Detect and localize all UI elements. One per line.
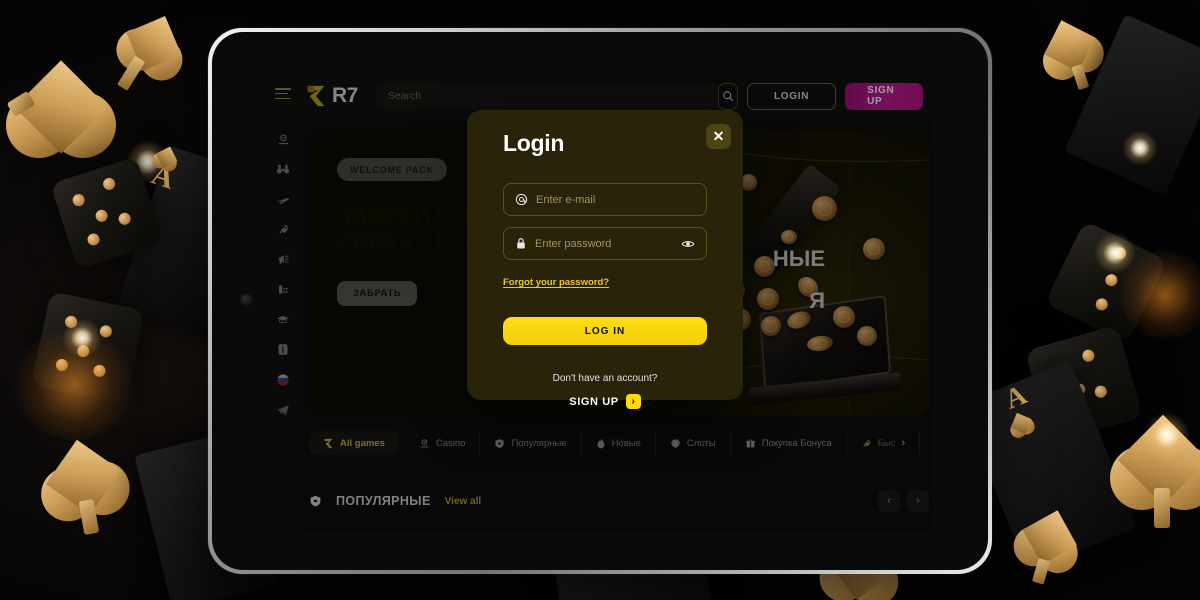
forgot-password-link[interactable]: Forgot your password? [503,277,609,288]
login-submit-button[interactable]: LOG IN [503,317,707,345]
chevron-right-icon: › [625,394,641,409]
at-icon [515,193,528,206]
tablet-device: R7 Search LOGIN SIGN UP НЫЕ Я WELCOME PA… [208,28,992,574]
login-modal: Login ✕ Enter e-mail Enter password Forg… [467,110,743,409]
lock-icon [517,238,525,249]
modal-signup-link[interactable]: SIGN UP › [503,394,707,409]
sparkle-4 [1144,412,1190,458]
glow-left [14,330,134,440]
glow-right [1120,250,1200,340]
password-placeholder: Enter password [535,237,612,250]
modal-signup-label: SIGN UP [569,395,619,408]
tablet-bezel: R7 Search LOGIN SIGN UP НЫЕ Я WELCOME PA… [212,32,988,570]
eye-icon[interactable] [681,237,695,251]
close-icon[interactable]: ✕ [706,124,731,149]
screen: R7 Search LOGIN SIGN UP НЫЕ Я WELCOME PA… [269,72,933,532]
email-placeholder: Enter e-mail [536,193,596,206]
password-field[interactable]: Enter password [503,227,707,260]
sparkle-5 [1122,130,1158,166]
decorative-card-top-right [1064,14,1200,196]
page-background: A A R7 Search LOGIN SIGN UP НЫЕ Я WELCOM… [0,0,1200,600]
email-field[interactable]: Enter e-mail [503,183,707,216]
no-account-text: Don't have an account? [552,373,658,384]
modal-title: Login [503,130,565,156]
camera-dot [240,294,253,307]
